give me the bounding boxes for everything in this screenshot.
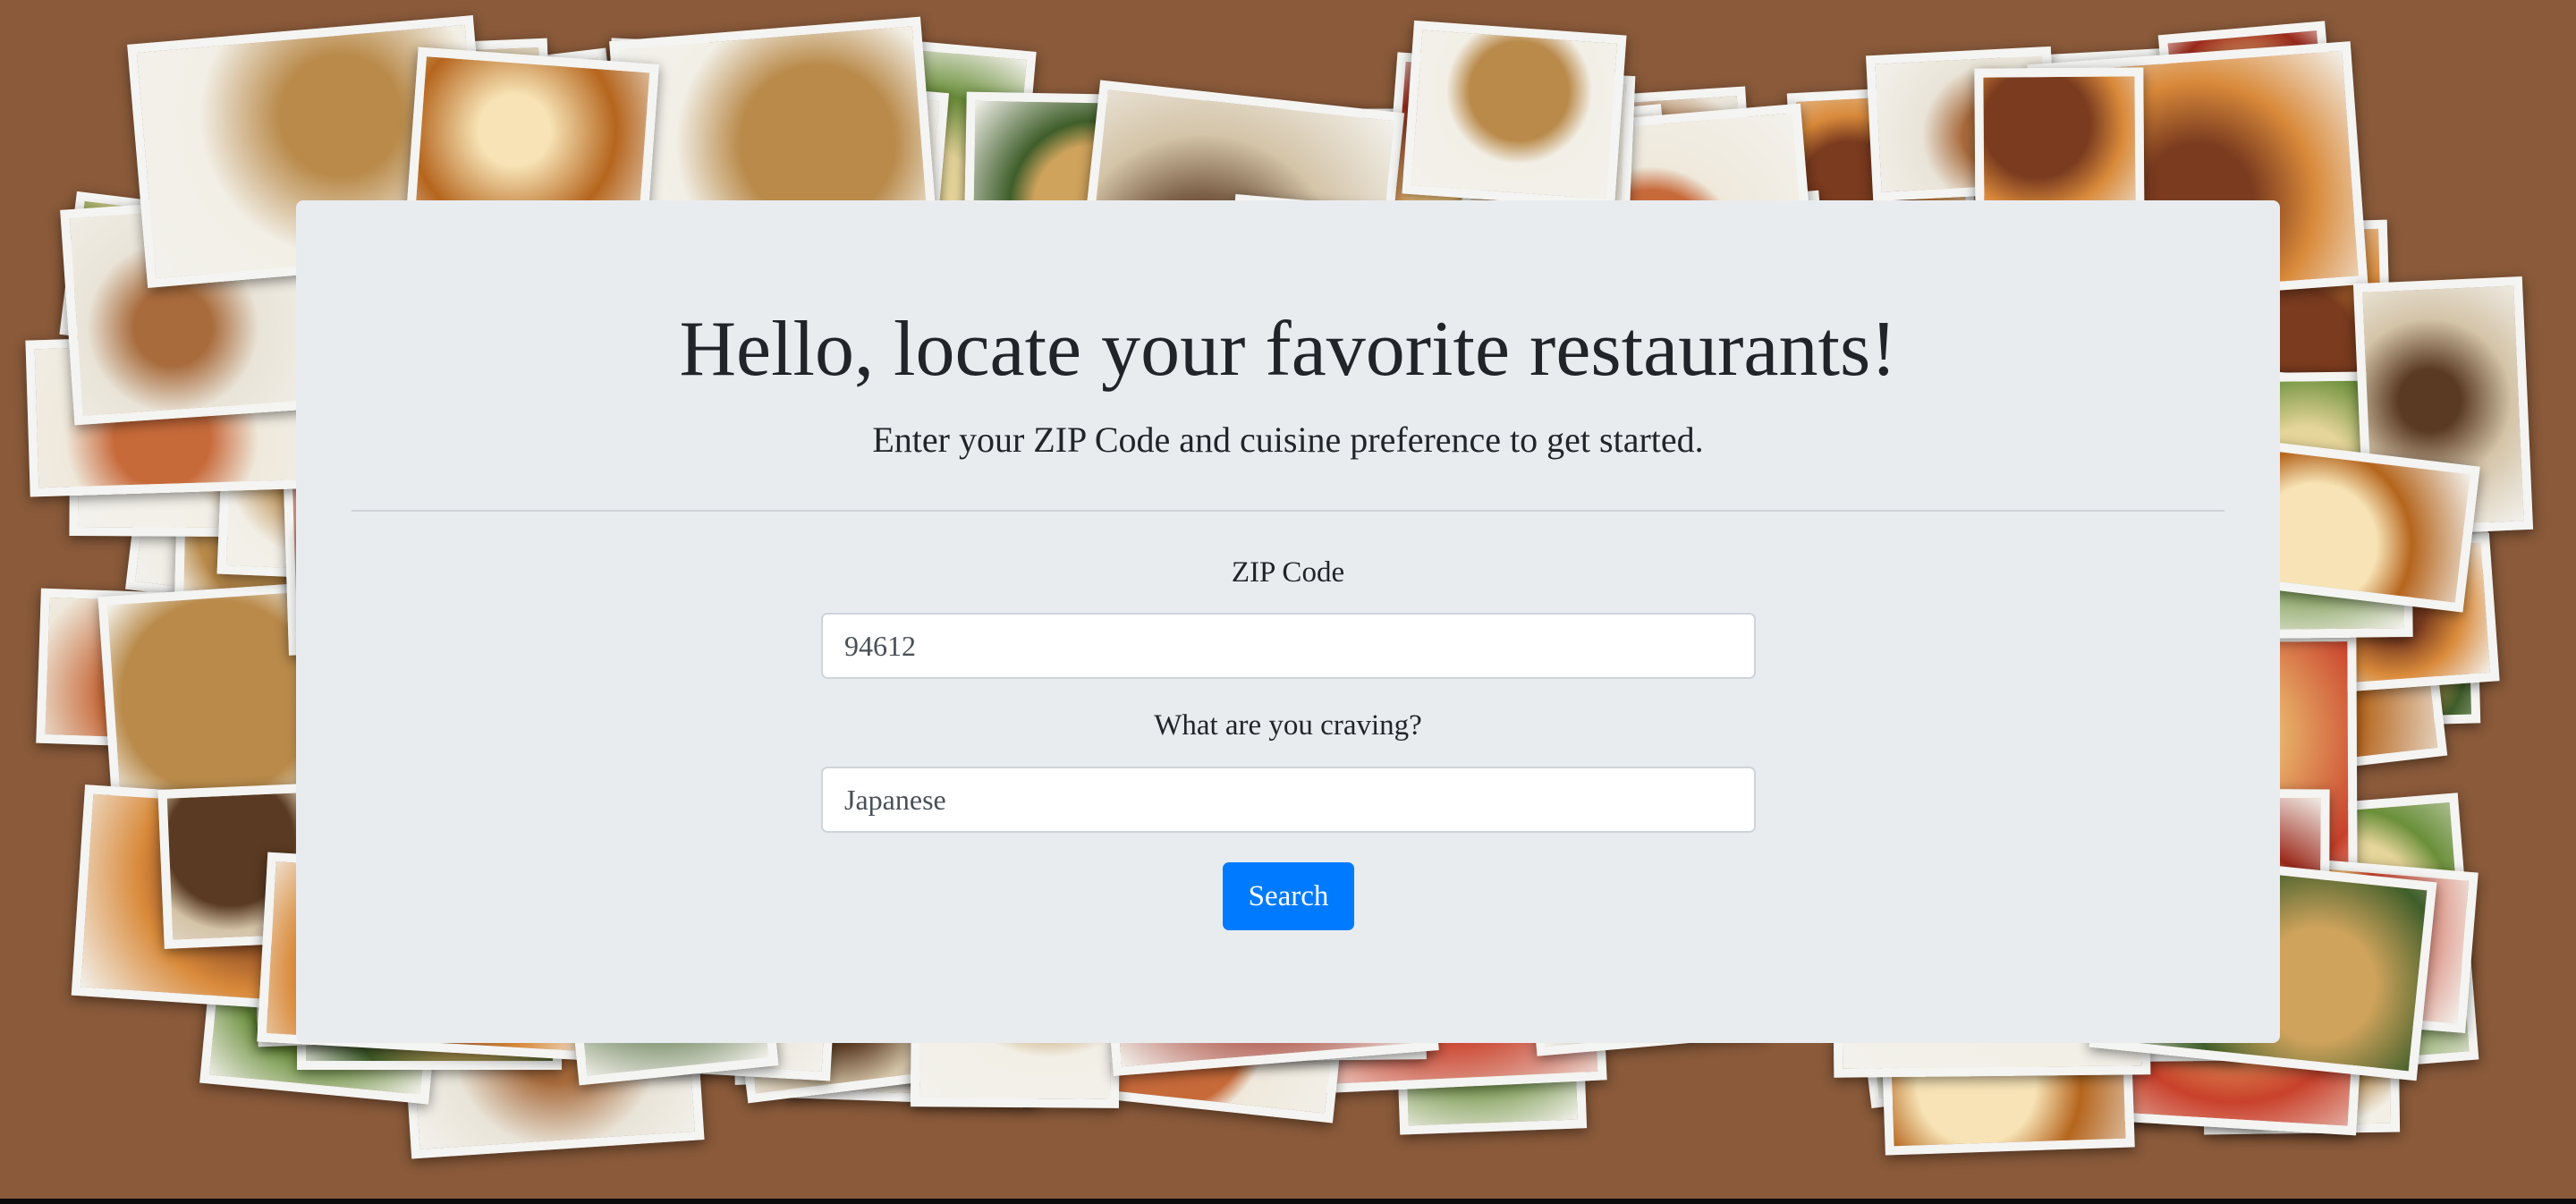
page-title: Hello, locate your favorite restaurants! <box>679 306 1897 393</box>
zip-code-label: ZIP Code <box>1231 556 1345 589</box>
divider <box>352 510 2224 512</box>
craving-input[interactable] <box>821 767 1756 833</box>
page-subtitle: Enter your ZIP Code and cuisine preferen… <box>872 420 1704 460</box>
craving-label: What are you craving? <box>1154 709 1422 742</box>
zip-code-input[interactable] <box>821 613 1756 679</box>
bottom-edge <box>0 1199 2576 1204</box>
search-button[interactable]: Search <box>1223 862 1354 930</box>
food-photo <box>1402 20 1627 208</box>
